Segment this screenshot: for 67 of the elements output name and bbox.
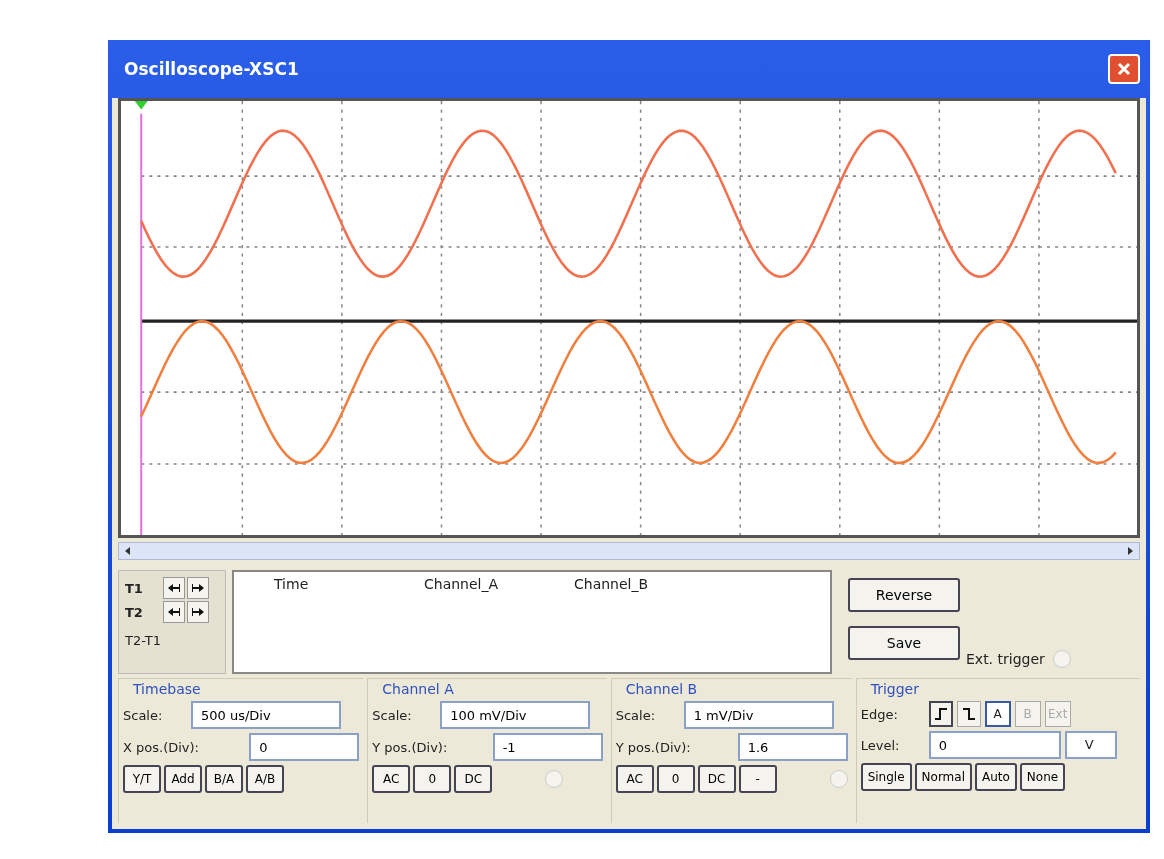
- cursor-left-button[interactable]: [163, 577, 185, 599]
- source-button[interactable]: A: [984, 701, 1011, 727]
- mode-button[interactable]: B/A: [205, 765, 243, 793]
- scale-field[interactable]: 500 us/Div: [191, 701, 341, 729]
- ext-trigger-label: Ext. trigger: [966, 651, 1045, 667]
- coupling-button[interactable]: DC: [697, 765, 736, 793]
- group-title: Channel B: [625, 681, 699, 697]
- group-title: Timebase: [133, 681, 202, 697]
- coupling-button[interactable]: 0: [656, 765, 695, 793]
- channel-radio[interactable]: [545, 770, 564, 788]
- column-header: Time: [274, 576, 310, 594]
- coupling-button[interactable]: 0: [413, 765, 452, 793]
- arrow-left-icon: [167, 583, 181, 593]
- arrow-left-icon: [167, 607, 181, 617]
- group-title: Channel A: [382, 681, 455, 697]
- trigger-mode-button[interactable]: Single: [860, 763, 912, 791]
- cursor-left-button[interactable]: [163, 601, 185, 623]
- cursor-difference-label: T2-T1: [125, 633, 162, 648]
- mode-button[interactable]: A/B: [246, 765, 284, 793]
- scroll-left-icon[interactable]: [123, 546, 133, 556]
- channel-radio[interactable]: [829, 770, 848, 788]
- coupling-button[interactable]: AC: [615, 765, 654, 793]
- level-field[interactable]: 0: [928, 731, 1061, 759]
- coupling-button[interactable]: DC: [454, 765, 493, 793]
- mode-button[interactable]: Add: [164, 765, 202, 793]
- trigger-marker-icon[interactable]: [133, 101, 150, 110]
- column-header: Channel_B: [574, 576, 650, 594]
- field-label: Edge:: [860, 706, 899, 722]
- scale-field[interactable]: 1 mV/Div: [683, 701, 834, 729]
- close-button[interactable]: [1108, 54, 1140, 84]
- column-header: Channel_A: [424, 576, 500, 594]
- cursor-right-button[interactable]: [187, 601, 209, 623]
- horizontal-scrollbar[interactable]: [118, 542, 1140, 560]
- mode-button[interactable]: Y/T: [123, 765, 161, 793]
- arrow-right-icon: [191, 607, 205, 617]
- rising-edge-icon: [933, 707, 948, 721]
- field-label: Scale:: [615, 707, 657, 723]
- edge-button[interactable]: [956, 701, 981, 727]
- close-icon: [1115, 60, 1133, 78]
- falling-edge-icon: [961, 707, 976, 721]
- action-button[interactable]: Reverse: [848, 578, 960, 612]
- ext-trigger-radio[interactable]: [1052, 650, 1071, 668]
- field-label: Y pos.(Div):: [615, 739, 691, 755]
- coupling-button[interactable]: AC: [372, 765, 411, 793]
- field-label: Scale:: [372, 707, 413, 723]
- edge-button[interactable]: [928, 701, 953, 727]
- cursor-right-button[interactable]: [187, 577, 209, 599]
- position-field[interactable]: 0: [249, 733, 360, 761]
- coupling-button[interactable]: -: [738, 765, 777, 793]
- field-label: Scale:: [123, 707, 164, 723]
- scale-field[interactable]: 100 mV/Div: [440, 701, 591, 729]
- field-label: X pos.(Div):: [123, 739, 199, 755]
- cursor-label: T2: [125, 604, 144, 620]
- position-field[interactable]: -1: [492, 733, 603, 761]
- trigger-mode-button[interactable]: None: [1019, 763, 1066, 791]
- group-title: Trigger: [870, 681, 920, 697]
- scroll-right-icon[interactable]: [1125, 546, 1135, 556]
- unit-dropdown[interactable]: V: [1064, 731, 1117, 759]
- cursor-label: T1: [125, 580, 144, 596]
- position-field[interactable]: 1.6: [737, 733, 848, 761]
- action-button[interactable]: Save: [848, 626, 960, 660]
- field-label: Level:: [860, 737, 901, 753]
- trigger-mode-button[interactable]: Normal: [914, 763, 972, 791]
- arrow-right-icon: [191, 583, 205, 593]
- field-label: Y pos.(Div):: [372, 739, 448, 755]
- window-title: Oscilloscope-XSC1: [124, 59, 299, 79]
- trigger-mode-button[interactable]: Auto: [975, 763, 1017, 791]
